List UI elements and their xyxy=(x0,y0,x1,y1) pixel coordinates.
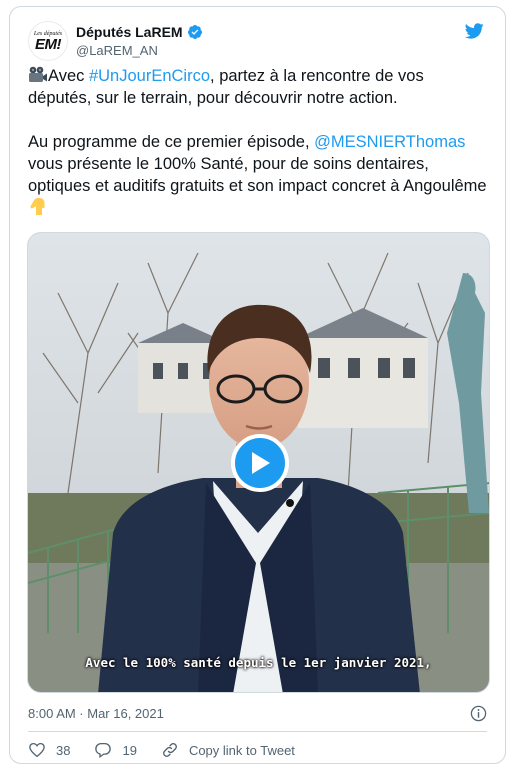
reply-action[interactable]: 19 xyxy=(94,741,137,759)
avatar[interactable]: Les députés EM! xyxy=(28,21,68,61)
action-bar: 38 19 Copy link to Tweet xyxy=(28,740,319,760)
like-action[interactable]: 38 xyxy=(28,741,70,759)
handle[interactable]: @LaREM_AN xyxy=(76,42,203,60)
tweet-paragraph-2: Au programme de ce premier épisode, @MES… xyxy=(28,131,488,220)
copy-link-action[interactable]: Copy link to Tweet xyxy=(161,741,295,759)
play-button[interactable] xyxy=(231,434,289,492)
twitter-bird-icon[interactable] xyxy=(463,21,485,41)
text-line2-rest: vous présente le 100% Santé, pour de soi… xyxy=(28,155,487,195)
reply-count: 19 xyxy=(122,742,137,758)
text-programme: Au programme de ce premier épisode, xyxy=(28,133,315,151)
timestamp-row: 8:00 AM · Mar 16, 2021 xyxy=(28,704,487,724)
text-avec: Avec xyxy=(48,67,89,85)
link-icon xyxy=(163,743,177,757)
timestamp[interactable]: 8:00 AM · Mar 16, 2021 xyxy=(28,706,164,721)
mention-link[interactable]: @MESNIERThomas xyxy=(314,133,465,151)
pointing-down-emoji-icon xyxy=(30,198,45,215)
author-names: Députés LaREM @LaREM_AN xyxy=(76,23,203,60)
copy-link-label: Copy link to Tweet xyxy=(188,742,295,758)
hashtag-link[interactable]: #UnJourEnCirco xyxy=(89,67,210,85)
play-icon xyxy=(252,452,270,474)
avatar-line2: EM! xyxy=(35,35,62,53)
video-subtitle: Avec le 100% santé depuis le 1er janvier… xyxy=(85,655,432,670)
tweet-paragraph-1: Avec #UnJourEnCirco, partez à la rencont… xyxy=(28,65,488,109)
heart-icon xyxy=(29,742,45,758)
video-player[interactable]: Avec le 100% santé depuis le 1er janvier… xyxy=(27,232,490,693)
info-icon[interactable] xyxy=(470,705,487,722)
display-name-row: Députés LaREM xyxy=(76,23,203,41)
tweet-card: Les députés EM! Députés LaREM @LaREM_AN xyxy=(9,6,506,764)
tweet-text: Avec #UnJourEnCirco, partez à la rencont… xyxy=(28,65,488,220)
reply-bubble-icon xyxy=(95,742,112,759)
display-name[interactable]: Députés LaREM xyxy=(76,23,183,41)
divider xyxy=(28,731,487,732)
verified-badge-icon xyxy=(187,25,202,39)
movie-camera-emoji-icon xyxy=(29,66,47,82)
like-count: 38 xyxy=(56,742,71,758)
tweet-header: Les députés EM! Députés LaREM @LaREM_AN xyxy=(28,21,487,61)
